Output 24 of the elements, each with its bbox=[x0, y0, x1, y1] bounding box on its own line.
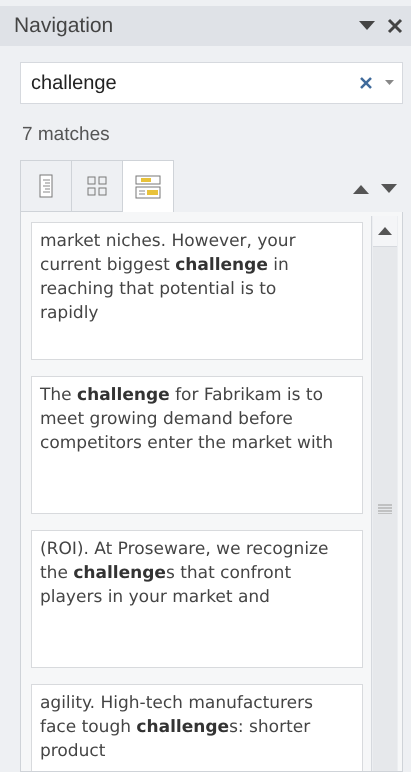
scroll-thumb[interactable] bbox=[373, 247, 397, 771]
search-result[interactable]: (ROI). At Proseware, we recognize the challenges that confront players in your market and bbox=[31, 530, 363, 668]
search-result[interactable]: The challenge for Fabrikam is to meet growing demand before competitors enter the market with bbox=[31, 376, 363, 514]
view-tab[interactable] bbox=[20, 160, 72, 212]
clear-button[interactable] bbox=[359, 76, 373, 90]
previous-button[interactable] bbox=[353, 184, 369, 194]
document-icon bbox=[39, 174, 53, 198]
close-button[interactable] bbox=[387, 18, 403, 34]
search-field[interactable]: challenge bbox=[20, 62, 403, 104]
view-tab[interactable] bbox=[122, 160, 174, 212]
up-arrow-icon bbox=[378, 227, 392, 235]
next-button[interactable] bbox=[381, 184, 397, 194]
search-result[interactable]: agility. High-tech manufacturers face tough challenges: shorter product bbox=[31, 684, 363, 771]
search-input[interactable]: challenge bbox=[29, 70, 347, 96]
view-tab[interactable] bbox=[71, 160, 123, 212]
dropdown-button[interactable] bbox=[359, 21, 375, 31]
dropdown-button[interactable] bbox=[385, 80, 394, 86]
grid-icon bbox=[87, 176, 107, 196]
panel-title: Navigation bbox=[14, 14, 114, 38]
scrollbar[interactable] bbox=[371, 216, 398, 771]
results-list-icon bbox=[135, 174, 161, 198]
match-count: 7 matches bbox=[22, 124, 111, 146]
search-result[interactable]: market niches. However, your current biggest challenge in reaching that potential is to rapidly bbox=[31, 222, 363, 360]
scroll-up-button[interactable] bbox=[373, 216, 397, 247]
